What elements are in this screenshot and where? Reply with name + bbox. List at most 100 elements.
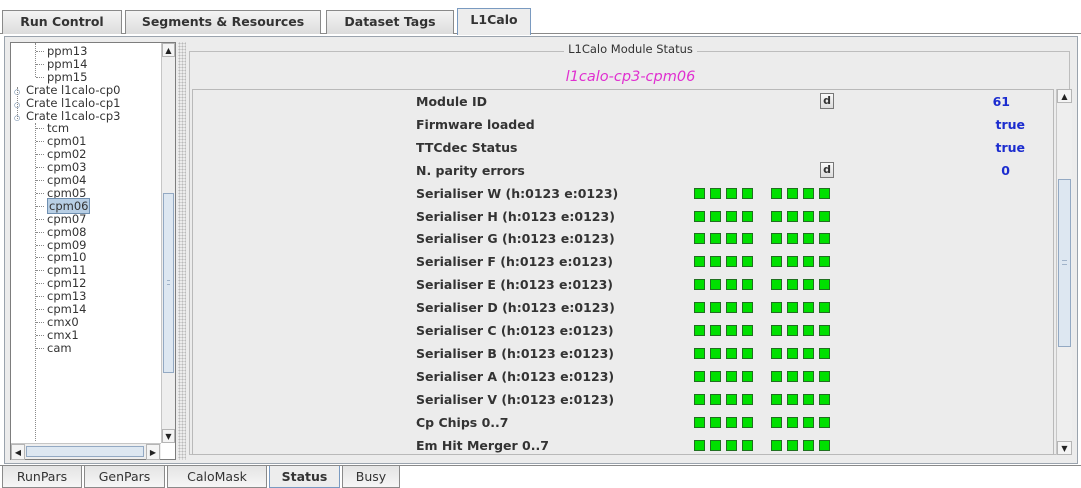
status-led-indicator xyxy=(803,279,814,291)
status-led-indicator xyxy=(726,393,737,405)
tab-genpars[interactable]: GenPars xyxy=(84,466,165,488)
status-row: Serialiser D (h:0123 e:0123) xyxy=(193,297,1053,319)
status-led-indicator xyxy=(803,393,814,405)
tree-item-label: cpm12 xyxy=(47,276,87,291)
status-rows: Module ID 61 d Firmware loaded true TTCdec St… xyxy=(192,89,1054,455)
tab-busy[interactable]: Busy xyxy=(342,466,400,488)
status-led-indicator xyxy=(742,439,753,451)
tree-hscroll-thumb[interactable] xyxy=(26,446,144,457)
status-led-indicator xyxy=(771,233,782,245)
tree-connector-line xyxy=(36,167,44,169)
status-led-indicator xyxy=(726,279,737,291)
scroll-up-icon[interactable]: ▲ xyxy=(1057,89,1072,103)
status-led-indicator xyxy=(787,393,798,405)
tree-scroll-thumb[interactable] xyxy=(163,193,174,373)
tree-leaf-item[interactable]: cam xyxy=(36,341,72,355)
status-led-indicator xyxy=(819,439,830,451)
status-led-indicator xyxy=(710,347,721,359)
status-row-label: Module ID xyxy=(416,94,488,109)
scroll-down-icon[interactable]: ▼ xyxy=(162,429,175,443)
status-led-indicator xyxy=(742,347,753,359)
status-scroll-thumb[interactable] xyxy=(1058,179,1071,347)
status-led-indicator xyxy=(803,187,814,199)
module-status-panel: L1Calo Module Status l1calo-cp3-cpm06 Mo… xyxy=(187,42,1074,460)
tree-connector-line xyxy=(36,321,44,323)
status-led-indicator xyxy=(819,325,830,336)
status-row: Firmware loaded true xyxy=(193,114,1053,136)
tree-vertical-scrollbar[interactable]: ▲ ▼ xyxy=(161,43,175,443)
tab-run-control[interactable]: Run Control xyxy=(2,10,122,34)
tree-item-label: cpm10 xyxy=(47,250,87,265)
status-led-indicator xyxy=(819,416,830,428)
tree-item-label: cmx0 xyxy=(47,314,79,329)
tab-status[interactable]: Status xyxy=(269,466,340,488)
status-led-indicator xyxy=(771,393,782,405)
tab-calomask[interactable]: CaloMask xyxy=(167,466,267,488)
status-led-indicator xyxy=(819,393,830,405)
status-led-indicator xyxy=(710,325,721,336)
tree-item-label: cpm01 xyxy=(47,134,87,149)
details-button[interactable]: d xyxy=(820,93,834,109)
status-led-indicator xyxy=(742,325,753,336)
status-led-indicator xyxy=(694,233,705,245)
tree-connector-line xyxy=(36,231,44,233)
tree-connector-line xyxy=(36,309,44,310)
tab-segments-resources[interactable]: Segments & Resources xyxy=(125,10,321,34)
status-led-indicator xyxy=(771,416,782,428)
status-led-indicator xyxy=(771,347,782,359)
status-led-indicator xyxy=(726,439,737,451)
status-row-label: Firmware loaded xyxy=(416,116,535,132)
status-led-indicator xyxy=(787,256,798,268)
status-panel-title: L1Calo Module Status xyxy=(187,42,1074,56)
status-led-indicator xyxy=(710,210,721,222)
status-led-indicator xyxy=(742,187,753,199)
status-led-indicator xyxy=(803,302,814,314)
status-row-value: true xyxy=(995,116,1025,132)
module-tree: ppm13 ppm14 ppm15 ○ Crate l1calo-cp0 ○ Crate l… xyxy=(11,43,161,441)
tab-dataset-tags[interactable]: Dataset Tags xyxy=(326,10,454,34)
tab-l1calo[interactable]: L1Calo xyxy=(457,8,531,35)
status-led-indicator xyxy=(803,210,814,222)
tree-connector-line xyxy=(36,283,44,285)
status-led-indicator xyxy=(787,416,798,428)
status-led-indicator xyxy=(787,210,798,222)
status-led-indicator xyxy=(710,416,721,428)
tab-runpars[interactable]: RunPars xyxy=(2,466,82,488)
status-row: Serialiser H (h:0123 e:0123) xyxy=(193,206,1053,228)
status-led-indicator xyxy=(819,279,830,291)
status-row: Serialiser W (h:0123 e:0123) xyxy=(193,183,1053,205)
status-row-label: Serialiser E (h:0123 e:0123) xyxy=(416,277,613,293)
status-led-indicator xyxy=(694,210,705,222)
status-led-indicator xyxy=(694,370,705,382)
status-led-indicator xyxy=(710,279,721,291)
status-row-label: Serialiser H (h:0123 e:0123) xyxy=(416,208,615,224)
status-led-indicator xyxy=(742,279,753,291)
tree-item-label: cpm03 xyxy=(47,160,87,175)
status-row: Serialiser F (h:0123 e:0123) xyxy=(193,251,1053,273)
status-led-indicator xyxy=(771,439,782,451)
top-tab-bar: Run Control Segments & Resources Dataset… xyxy=(0,8,1081,35)
scroll-down-icon[interactable]: ▼ xyxy=(1057,441,1072,455)
tree-connector-line xyxy=(36,270,44,272)
status-row-label: N. parity errors xyxy=(416,162,525,178)
tree-connector-line xyxy=(36,180,44,181)
tree-item-label: Crate l1calo-cp1 xyxy=(26,95,121,110)
details-button[interactable]: d xyxy=(820,161,834,178)
scroll-left-icon[interactable]: ◀ xyxy=(11,444,25,460)
status-led-indicator xyxy=(787,347,798,359)
status-vertical-scrollbar[interactable]: ▲ ▼ xyxy=(1056,89,1072,455)
status-row-label: Cp Chips 0..7 xyxy=(416,414,509,430)
expanded-node-icon[interactable]: ○ xyxy=(14,112,26,125)
status-led-indicator xyxy=(694,187,705,199)
status-led-indicator xyxy=(787,439,798,451)
tree-connector-line xyxy=(36,334,44,336)
status-led-indicator xyxy=(694,325,705,336)
scroll-right-icon[interactable]: ▶ xyxy=(146,444,160,460)
status-led-indicator xyxy=(787,279,798,291)
status-led-indicator xyxy=(771,325,782,336)
split-pane-divider[interactable] xyxy=(178,42,186,460)
status-led-indicator xyxy=(694,439,705,451)
scroll-up-icon[interactable]: ▲ xyxy=(162,43,175,57)
tree-horizontal-scrollbar[interactable]: ◀ ▶ xyxy=(11,443,161,460)
status-row: Cp Chips 0..7 xyxy=(193,412,1053,434)
